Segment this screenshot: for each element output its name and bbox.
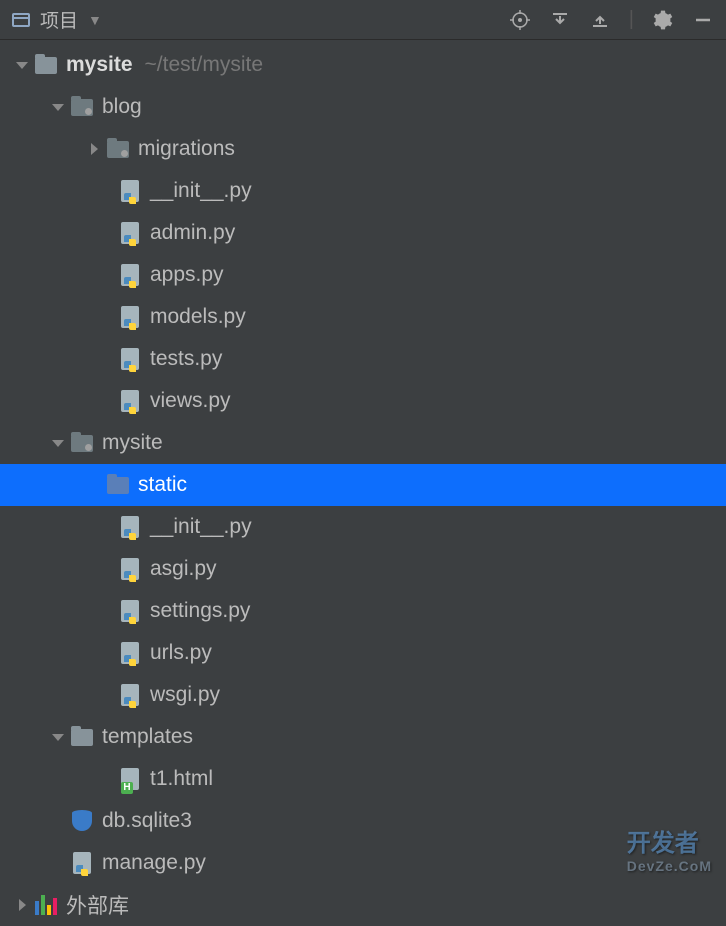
folder-icon: [34, 54, 58, 76]
library-icon: [34, 894, 58, 916]
file-label: settings.py: [150, 599, 250, 623]
file-label: models.py: [150, 305, 246, 329]
folder-icon: [106, 138, 130, 160]
chevron-down-icon[interactable]: [10, 62, 34, 69]
expand-all-icon[interactable]: [549, 9, 571, 31]
tree-file-blog-admin[interactable]: admin.py: [0, 212, 726, 254]
minimize-icon[interactable]: [692, 9, 714, 31]
folder-label: blog: [102, 95, 142, 119]
folder-icon: [70, 96, 94, 118]
tree-file-manage[interactable]: manage.py: [0, 842, 726, 884]
file-label: asgi.py: [150, 557, 217, 581]
python-file-icon: [118, 390, 142, 412]
root-path: ~/test/mysite: [145, 53, 263, 77]
panel-title: 项目: [40, 6, 78, 33]
folder-icon: [70, 726, 94, 748]
python-file-icon: [118, 684, 142, 706]
tree-file-blog-init[interactable]: __init__.py: [0, 170, 726, 212]
python-file-icon: [70, 852, 94, 874]
chevron-down-icon[interactable]: [46, 734, 70, 741]
chevron-down-icon[interactable]: [46, 104, 70, 111]
python-file-icon: [118, 348, 142, 370]
file-label: t1.html: [150, 767, 213, 791]
tree-file-mysite-init[interactable]: __init__.py: [0, 506, 726, 548]
html-file-icon: [118, 768, 142, 790]
chevron-down-icon[interactable]: [46, 440, 70, 447]
panel-icon: [12, 13, 30, 27]
external-label: 外部库: [66, 890, 129, 920]
folder-label: static: [138, 473, 187, 497]
header-toolbar: |: [509, 8, 714, 31]
tree-file-blog-tests[interactable]: tests.py: [0, 338, 726, 380]
file-label: __init__.py: [150, 515, 252, 539]
folder-label: templates: [102, 725, 193, 749]
file-label: wsgi.py: [150, 683, 220, 707]
tree-root-mysite[interactable]: mysite ~/test/mysite: [0, 44, 726, 86]
chevron-right-icon[interactable]: [10, 899, 34, 911]
folder-icon: [106, 474, 130, 496]
tree-file-mysite-wsgi[interactable]: wsgi.py: [0, 674, 726, 716]
chevron-right-icon[interactable]: [82, 143, 106, 155]
tree-file-blog-views[interactable]: views.py: [0, 380, 726, 422]
gear-icon[interactable]: [652, 9, 674, 31]
python-file-icon: [118, 306, 142, 328]
file-label: db.sqlite3: [102, 809, 192, 833]
project-tree: mysite ~/test/mysite blog migrations __i…: [0, 40, 726, 926]
tree-folder-blog[interactable]: blog: [0, 86, 726, 128]
watermark: 开发者 DevZe.CoM: [627, 823, 712, 874]
python-file-icon: [118, 264, 142, 286]
tree-file-mysite-asgi[interactable]: asgi.py: [0, 548, 726, 590]
tree-file-db[interactable]: db.sqlite3: [0, 800, 726, 842]
watermark-main: 开发者: [627, 830, 699, 857]
watermark-sub: DevZe.CoM: [627, 858, 712, 874]
python-file-icon: [118, 516, 142, 538]
file-label: apps.py: [150, 263, 224, 287]
tree-file-mysite-settings[interactable]: settings.py: [0, 590, 726, 632]
tree-folder-mysite[interactable]: mysite: [0, 422, 726, 464]
python-file-icon: [118, 642, 142, 664]
file-label: tests.py: [150, 347, 222, 371]
target-icon[interactable]: [509, 9, 531, 31]
python-file-icon: [118, 558, 142, 580]
python-file-icon: [118, 222, 142, 244]
tree-file-blog-models[interactable]: models.py: [0, 296, 726, 338]
header-left: 项目 ▼: [12, 6, 509, 33]
panel-header: 项目 ▼ |: [0, 0, 726, 40]
python-file-icon: [118, 600, 142, 622]
python-file-icon: [118, 180, 142, 202]
tree-file-mysite-urls[interactable]: urls.py: [0, 632, 726, 674]
collapse-all-icon[interactable]: [589, 9, 611, 31]
root-name: mysite: [66, 53, 133, 77]
tree-folder-static[interactable]: static: [0, 464, 726, 506]
folder-label: migrations: [138, 137, 235, 161]
tree-folder-templates[interactable]: templates: [0, 716, 726, 758]
file-label: manage.py: [102, 851, 206, 875]
tree-file-blog-apps[interactable]: apps.py: [0, 254, 726, 296]
tree-external-libraries[interactable]: 外部库: [0, 884, 726, 926]
database-icon: [70, 810, 94, 832]
folder-label: mysite: [102, 431, 163, 455]
file-label: urls.py: [150, 641, 212, 665]
file-label: __init__.py: [150, 179, 252, 203]
file-label: admin.py: [150, 221, 235, 245]
tree-file-t1-html[interactable]: t1.html: [0, 758, 726, 800]
tree-folder-migrations[interactable]: migrations: [0, 128, 726, 170]
file-label: views.py: [150, 389, 231, 413]
folder-icon: [70, 432, 94, 454]
dropdown-arrow-icon[interactable]: ▼: [88, 12, 102, 28]
